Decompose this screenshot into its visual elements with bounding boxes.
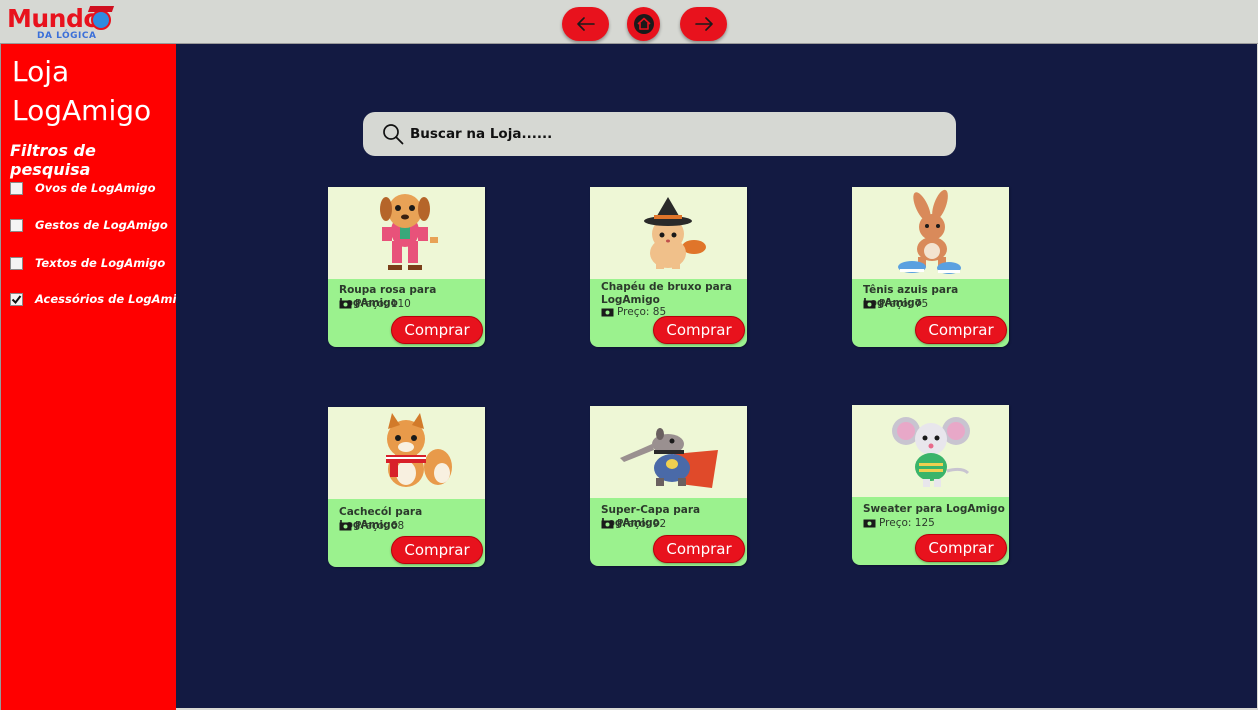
product-price: Preço: 125 bbox=[863, 517, 935, 529]
product-image bbox=[852, 187, 1009, 279]
buy-button[interactable]: Comprar bbox=[915, 316, 1007, 344]
sidebar: Loja LogAmigo Filtros de pesquisa Ovos d… bbox=[0, 44, 193, 710]
price-label: Preço: 75 bbox=[879, 298, 929, 310]
product-card: Roupa rosa para LogAmigo Preço: 110 Comp… bbox=[328, 187, 485, 347]
price-label: Preço: 125 bbox=[879, 517, 935, 529]
home-button[interactable] bbox=[627, 7, 660, 41]
money-bill-icon bbox=[863, 519, 876, 527]
filter-textos[interactable]: Textos de LogAmigo bbox=[10, 255, 165, 271]
product-card: Super-Capa para LogAmigo Preço: 92 Compr… bbox=[590, 406, 747, 566]
filters-title: Filtros de pesquisa bbox=[10, 141, 96, 179]
filter-acessorios[interactable]: Acessórios de LogAmigo bbox=[10, 291, 193, 307]
arrow-left-icon bbox=[576, 17, 595, 31]
product-price: Preço: 85 bbox=[601, 306, 666, 318]
filter-checkbox[interactable] bbox=[10, 218, 23, 232]
price-label: Preço: 68 bbox=[355, 520, 405, 532]
filter-label: Acessórios de LogAmigo bbox=[35, 292, 193, 306]
top-bar: Mundo DA LÓGICA bbox=[0, 0, 1258, 44]
globe-icon bbox=[91, 10, 111, 30]
search-input[interactable]: Buscar na Loja...... bbox=[410, 126, 552, 142]
buy-button[interactable]: Comprar bbox=[391, 316, 483, 344]
money-bill-icon bbox=[339, 522, 352, 530]
product-card: Tênis azuis para LogAmigo Preço: 75 Comp… bbox=[852, 187, 1009, 347]
buy-button[interactable]: Comprar bbox=[653, 316, 745, 344]
filter-label: Textos de LogAmigo bbox=[35, 256, 166, 270]
buy-button[interactable]: Comprar bbox=[391, 536, 483, 564]
filter-checkbox[interactable] bbox=[10, 181, 23, 195]
buy-button[interactable]: Comprar bbox=[653, 535, 745, 563]
product-image bbox=[590, 406, 747, 498]
price-label: Preço: 110 bbox=[355, 298, 411, 310]
filter-label: Gestos de LogAmigo bbox=[35, 218, 168, 232]
forward-button[interactable] bbox=[680, 7, 727, 41]
product-price: Preço: 110 bbox=[339, 298, 411, 310]
product-name: Chapéu de bruxo para LogAmigo bbox=[601, 281, 733, 306]
money-bill-icon bbox=[601, 520, 614, 528]
price-label: Preço: 85 bbox=[617, 306, 667, 318]
money-bill-icon bbox=[863, 300, 876, 308]
home-icon bbox=[633, 14, 654, 34]
buy-button[interactable]: Comprar bbox=[915, 534, 1007, 562]
filter-gestos[interactable]: Gestos de LogAmigo bbox=[10, 217, 168, 233]
product-card: Cachecól para LogAmigo Preço: 68 Comprar bbox=[328, 407, 485, 567]
mundo-da-logica-logo[interactable]: Mundo DA LÓGICA bbox=[7, 4, 117, 42]
product-image bbox=[328, 187, 485, 279]
price-label: Preço: 92 bbox=[617, 518, 667, 530]
product-price: Preço: 68 bbox=[339, 520, 404, 532]
graduation-cap-icon bbox=[87, 6, 115, 12]
money-bill-icon bbox=[601, 308, 614, 316]
filter-checkbox[interactable] bbox=[10, 256, 23, 270]
arrow-right-icon bbox=[694, 17, 713, 31]
search-bar[interactable]: Buscar na Loja...... bbox=[363, 112, 956, 156]
filter-ovos[interactable]: Ovos de LogAmigo bbox=[10, 180, 155, 196]
filter-label: Ovos de LogAmigo bbox=[35, 181, 156, 195]
product-image bbox=[852, 405, 1009, 497]
product-card: Chapéu de bruxo para LogAmigo Preço: 85 … bbox=[590, 187, 747, 347]
product-image bbox=[328, 407, 485, 499]
product-name: Sweater para LogAmigo bbox=[863, 503, 1005, 515]
search-icon bbox=[381, 122, 405, 146]
store-title: Loja LogAmigo bbox=[12, 55, 152, 127]
logo-word-da-logica: DA LÓGICA bbox=[37, 31, 97, 41]
product-image bbox=[590, 187, 747, 279]
filter-checkbox[interactable] bbox=[10, 292, 23, 306]
product-price: Preço: 92 bbox=[601, 518, 666, 530]
back-button[interactable] bbox=[562, 7, 609, 41]
logo-word-mundo: Mundo bbox=[7, 4, 101, 33]
product-price: Preço: 75 bbox=[863, 298, 928, 310]
product-card: Sweater para LogAmigo Preço: 125 Comprar bbox=[852, 405, 1009, 565]
money-bill-icon bbox=[339, 300, 352, 308]
store-main: Buscar na Loja...... Roupa rosa para Log… bbox=[176, 44, 1257, 708]
checkmark-icon bbox=[11, 294, 22, 304]
